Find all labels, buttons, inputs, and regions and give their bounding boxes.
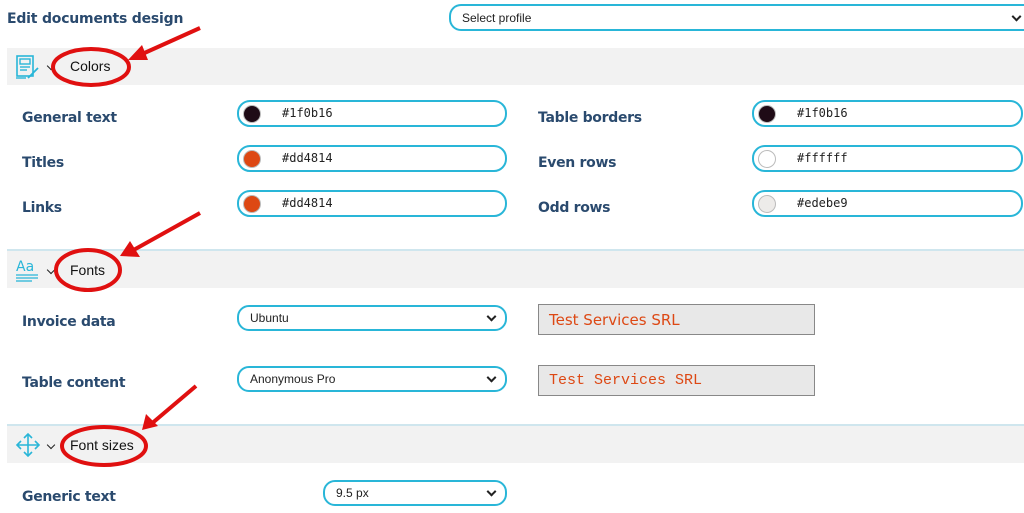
page-title: Edit documents design	[7, 11, 184, 27]
generic-text-label: Generic text	[22, 489, 116, 505]
font-sizes-section-header[interactable]	[7, 426, 1024, 463]
general-text-color-input[interactable]: #1f0b16	[237, 100, 507, 127]
resize-arrows-icon	[15, 432, 41, 458]
color-swatch[interactable]	[758, 195, 776, 213]
chevron-down-icon	[486, 486, 497, 497]
table-borders-label: Table borders	[538, 110, 642, 126]
generic-text-size-value: 9.5 px	[336, 486, 369, 500]
invoice-data-font-select[interactable]: Ubuntu	[237, 305, 507, 331]
chevron-down-icon	[1011, 11, 1022, 22]
links-color-input[interactable]: #dd4814	[237, 190, 507, 217]
table-borders-color-input[interactable]: #1f0b16	[752, 100, 1023, 127]
svg-text:Aa: Aa	[16, 259, 34, 275]
profile-select-value: Select profile	[462, 10, 532, 25]
color-value: #ffffff	[797, 151, 848, 165]
fonts-section-title: Fonts	[70, 262, 106, 278]
color-value: #1f0b16	[282, 106, 333, 120]
table-content-font-select[interactable]: Anonymous Pro	[237, 366, 507, 392]
color-swatch[interactable]	[243, 105, 261, 123]
table-content-font-preview: Test Services SRL	[538, 365, 815, 396]
color-swatch[interactable]	[243, 195, 261, 213]
even-rows-color-input[interactable]: #ffffff	[752, 145, 1023, 172]
table-content-font-value: Anonymous Pro	[250, 372, 336, 386]
colors-section-header[interactable]	[7, 48, 1024, 85]
general-text-label: General text	[22, 110, 117, 126]
titles-color-input[interactable]: #dd4814	[237, 145, 507, 172]
color-value: #1f0b16	[797, 106, 848, 120]
font-icon: Aa	[16, 259, 38, 282]
table-content-label: Table content	[22, 375, 126, 391]
font-sizes-section-title: Font sizes	[70, 437, 134, 453]
fonts-section-header[interactable]	[7, 251, 1024, 288]
chevron-down-icon	[486, 372, 497, 383]
color-value: #edebe9	[797, 196, 848, 210]
odd-rows-label: Odd rows	[538, 200, 611, 216]
chevron-down-icon	[486, 311, 497, 322]
color-swatch[interactable]	[758, 105, 776, 123]
generic-text-size-select[interactable]: 9.5 px	[323, 480, 507, 506]
invoice-data-font-value: Ubuntu	[250, 311, 289, 325]
profile-select[interactable]: Select profile	[449, 4, 1024, 31]
invoice-data-font-preview: Test Services SRL	[538, 304, 815, 335]
annotation-arrow	[148, 384, 198, 427]
links-label: Links	[22, 200, 62, 216]
color-value: #dd4814	[282, 196, 333, 210]
colors-section-title: Colors	[70, 58, 111, 74]
annotation-arrow	[129, 211, 201, 254]
even-rows-label: Even rows	[538, 155, 617, 171]
color-value: #dd4814	[282, 151, 333, 165]
odd-rows-color-input[interactable]: #edebe9	[752, 190, 1023, 217]
color-swatch[interactable]	[243, 150, 261, 168]
invoice-data-label: Invoice data	[22, 314, 116, 330]
palette-icon	[16, 55, 39, 79]
titles-label: Titles	[22, 155, 64, 171]
color-swatch[interactable]	[758, 150, 776, 168]
